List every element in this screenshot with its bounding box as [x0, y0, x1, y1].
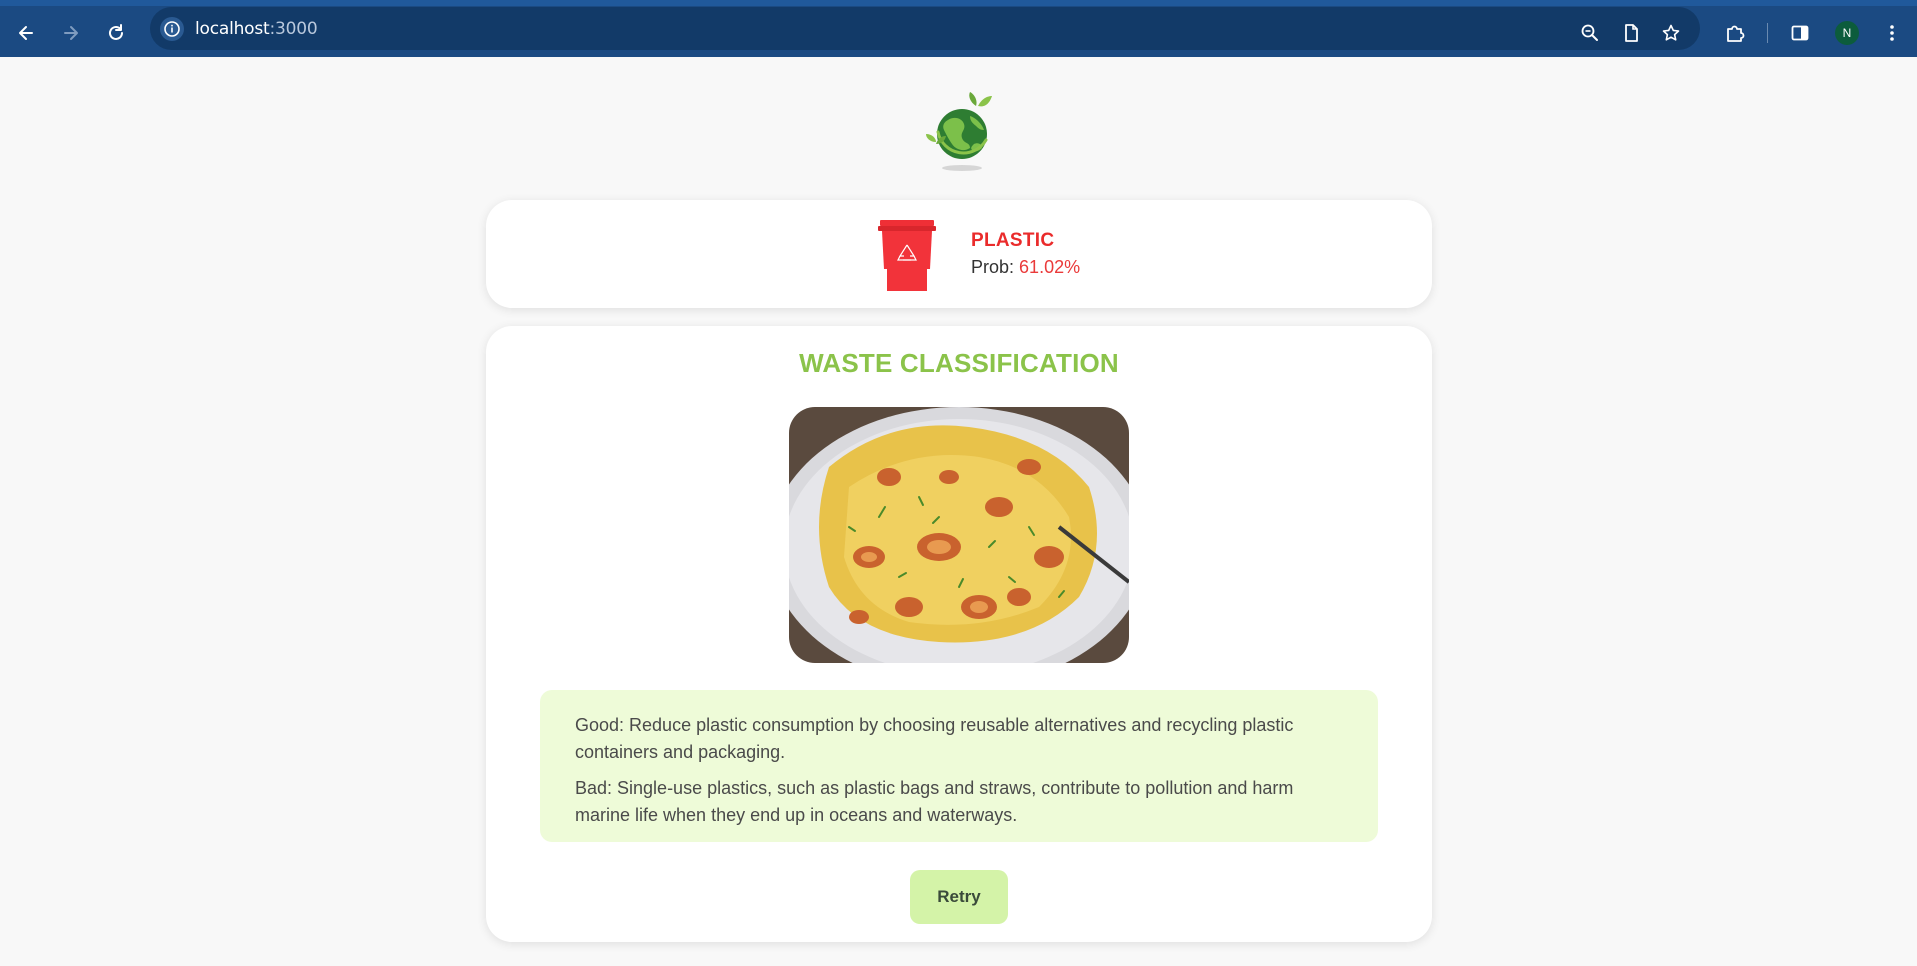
bad-practice-text: Bad: Single-use plastics, such as plasti…: [575, 778, 1294, 825]
url-port: :3000: [269, 19, 318, 39]
page-title: WASTE CLASSIFICATION: [799, 348, 1119, 378]
side-panel-icon: [1791, 25, 1809, 41]
recycle-bin-icon: [878, 220, 936, 291]
side-panel-button[interactable]: [1786, 19, 1814, 47]
uploaded-food-image: [789, 407, 1129, 663]
menu-button[interactable]: [1878, 19, 1906, 47]
zoom-button[interactable]: [1576, 19, 1604, 47]
forward-button[interactable]: [57, 19, 85, 47]
star-icon: [1662, 24, 1680, 41]
extensions-button[interactable]: [1721, 19, 1749, 47]
toolbar-divider: [1767, 23, 1768, 43]
disposal-info-box: Good: Reduce plastic consumption by choo…: [540, 690, 1378, 842]
probability-value: 61.02%: [1019, 257, 1081, 277]
site-info-icon: [160, 17, 184, 41]
address-bar-text[interactable]: localhost:3000: [195, 19, 318, 39]
reload-icon: [109, 24, 123, 40]
arrow-right-icon: [64, 26, 78, 40]
kebab-menu-icon: [1890, 25, 1894, 41]
page-info-button[interactable]: [1617, 19, 1645, 47]
browser-toolbar: localhost:3000 N: [0, 0, 1917, 57]
bookmark-button[interactable]: [1657, 19, 1685, 47]
probability-label: Prob:: [971, 257, 1015, 277]
back-button[interactable]: [12, 19, 40, 47]
reload-button[interactable]: [102, 19, 130, 47]
arrow-left-icon: [19, 26, 33, 40]
zoom-out-icon: [1581, 24, 1598, 41]
result-label: PLASTIC: [971, 230, 1055, 251]
address-bar[interactable]: [150, 7, 1700, 50]
document-icon: [1625, 24, 1638, 42]
url-host: localhost: [195, 19, 270, 39]
puzzle-icon: [1727, 25, 1745, 42]
classification-result-card: PLASTIC Prob: 61.02%: [486, 200, 1432, 308]
earth-logo-icon: [926, 92, 992, 171]
profile-avatar[interactable]: N: [1835, 21, 1859, 45]
retry-button[interactable]: Retry: [910, 870, 1008, 924]
good-practice-text: Good: Reduce plastic consumption by choo…: [575, 715, 1294, 762]
waste-classification-card: WASTE CLASSIFICATION Good: Reduce plasti…: [486, 326, 1432, 942]
result-probability: Prob: 61.02%: [971, 257, 1080, 278]
